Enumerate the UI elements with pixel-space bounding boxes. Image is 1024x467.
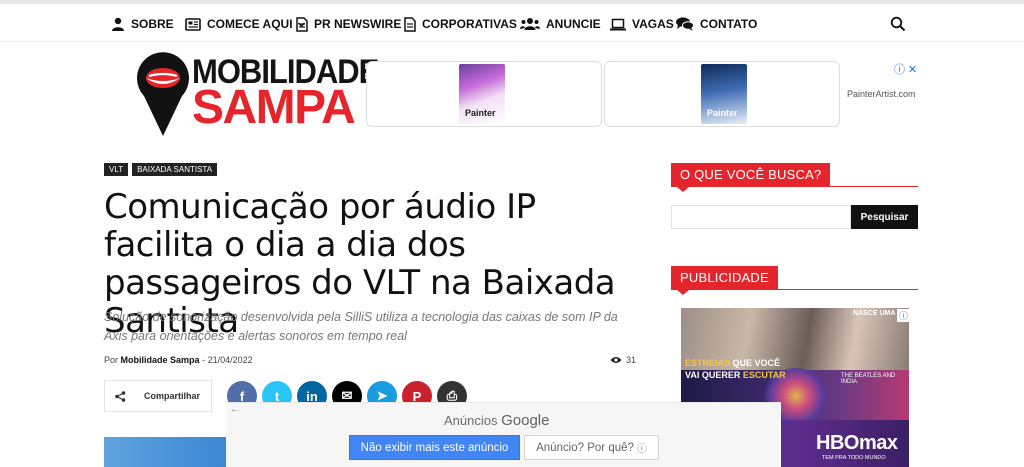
users-icon: [520, 18, 540, 30]
nav-item-contato[interactable]: CONTATO: [676, 15, 757, 33]
google-ad-feedback-panel: ← Anúncios Google Não exibir mais este a…: [226, 402, 781, 467]
info-icon: ⓘ: [636, 444, 647, 455]
nav-label: VAGAS: [632, 17, 674, 31]
article-subtitle: Solução de sonorização desenvolvida pela…: [104, 310, 618, 343]
nav-item-anuncie[interactable]: ANUNCIE: [520, 15, 601, 33]
share-icon: [115, 390, 126, 402]
ad-product-image: Painter: [459, 64, 505, 124]
sidebar-search-button[interactable]: Pesquisar: [851, 205, 918, 229]
ad-headline-1b: QUE VOCÊ: [730, 358, 781, 368]
eye-icon: [610, 357, 622, 363]
ad-top-text: NASCE UMA: [853, 310, 896, 317]
google-ads-heading: Anúncios Google: [444, 412, 549, 429]
ad-product-card[interactable]: Painter: [366, 61, 602, 127]
sidebar-ad-heading: PUBLICIDADE: [671, 266, 778, 295]
banner-ad[interactable]: Painter Painter ⓘ ✕ PainterArtist.com: [366, 61, 918, 127]
nav-item-comece-aqui[interactable]: COMECE AQUI: [185, 15, 306, 33]
top-navigation: SOBRE COMECE AQUI PR NEWSWIRE CORPORATIV…: [0, 4, 1024, 42]
laptop-icon: [610, 18, 626, 30]
article-featured-image: [104, 437, 228, 467]
article-meta: Por Mobilidade Sampa - 21/04/2022: [104, 355, 253, 365]
search-toggle[interactable]: [890, 16, 906, 37]
sidebar-search-input[interactable]: [671, 205, 851, 229]
tag-vlt[interactable]: VLT: [104, 163, 129, 176]
share-label: Compartilhar: [144, 391, 201, 401]
ad-choices-icon[interactable]: ⓘ ✕: [894, 61, 917, 77]
nav-item-sobre[interactable]: SOBRE: [111, 15, 174, 33]
google-ads-heading-a: Anúncios: [444, 413, 502, 428]
ad-headline-1a: ESTREIAS: [685, 358, 731, 368]
newspaper-icon: [185, 17, 201, 31]
nav-label: COMECE AQUI: [207, 17, 293, 31]
share-button[interactable]: Compartilhar: [104, 380, 212, 412]
ad-headline-2: VAI QUERER ESCUTAR: [685, 370, 786, 380]
nav-label: ANUNCIE: [546, 17, 601, 31]
ad-headline-1: ESTREIAS QUE VOCÊ: [685, 358, 780, 368]
ad-show-title: THE BEATLES AND INDIA: [841, 373, 896, 385]
ad-product-label: Painter: [465, 108, 496, 118]
article-date: 21/04/2022: [207, 355, 253, 365]
ad-product-label: Painter: [707, 108, 738, 118]
why-this-ad-button[interactable]: Anúncio? Por quê? ⓘ: [524, 435, 659, 460]
ad-headline-2b: ESCUTAR: [742, 370, 786, 380]
document-icon: [296, 16, 308, 32]
ad-choices-icon[interactable]: ⓘ✕: [897, 309, 909, 322]
nav-label: CONTATO: [700, 17, 758, 31]
nav-label: PR NEWSWIRE: [314, 17, 402, 31]
hbomax-tagline: TEM PRA TODO MUNDO: [822, 455, 886, 461]
map-pin-logo-icon: [137, 52, 189, 136]
date-separator: -: [202, 355, 206, 365]
nav-item-vagas[interactable]: VAGAS: [610, 15, 674, 33]
article-tags: VLT BAIXADA SANTISTA: [104, 163, 218, 176]
google-ads-heading-b: Google: [501, 412, 550, 429]
why-this-ad-label: Anúncio? Por quê?: [536, 441, 634, 454]
author-prefix: Por: [104, 355, 119, 365]
view-count-value: 31: [626, 355, 637, 365]
stop-seeing-ad-button[interactable]: Não exibir mais este anúncio: [349, 435, 520, 460]
ad-headline-2a: VAI QUERER: [685, 370, 743, 380]
search-icon: [890, 16, 906, 32]
tag-baixada-santista[interactable]: BAIXADA SANTISTA: [132, 163, 218, 176]
heading-divider: [671, 289, 918, 290]
chat-icon: [676, 17, 694, 31]
author-link[interactable]: Mobilidade Sampa: [121, 355, 200, 365]
ad-product-card[interactable]: Painter: [604, 61, 840, 127]
user-icon: [112, 17, 124, 31]
hbomax-logo: HBOmax: [816, 432, 898, 454]
nav-label: SOBRE: [131, 17, 174, 31]
nav-item-pr-newswire[interactable]: PR NEWSWIRE: [296, 15, 401, 33]
document-icon: [404, 16, 416, 32]
nav-item-corporativas[interactable]: CORPORATIVAS: [404, 15, 517, 33]
heading-divider: [671, 186, 918, 187]
site-logo[interactable]: MOBILIDADE SAMPA: [136, 52, 379, 140]
logo-line2: SAMPA: [192, 81, 356, 134]
ad-url[interactable]: PainterArtist.com: [847, 89, 916, 99]
nav-label: CORPORATIVAS: [422, 17, 517, 31]
back-arrow-icon[interactable]: ←: [230, 404, 240, 415]
ad-product-image: Painter: [701, 64, 747, 124]
view-count: 31: [610, 355, 636, 365]
sidebar-search-heading: O QUE VOCÊ BUSCA?: [671, 163, 831, 192]
